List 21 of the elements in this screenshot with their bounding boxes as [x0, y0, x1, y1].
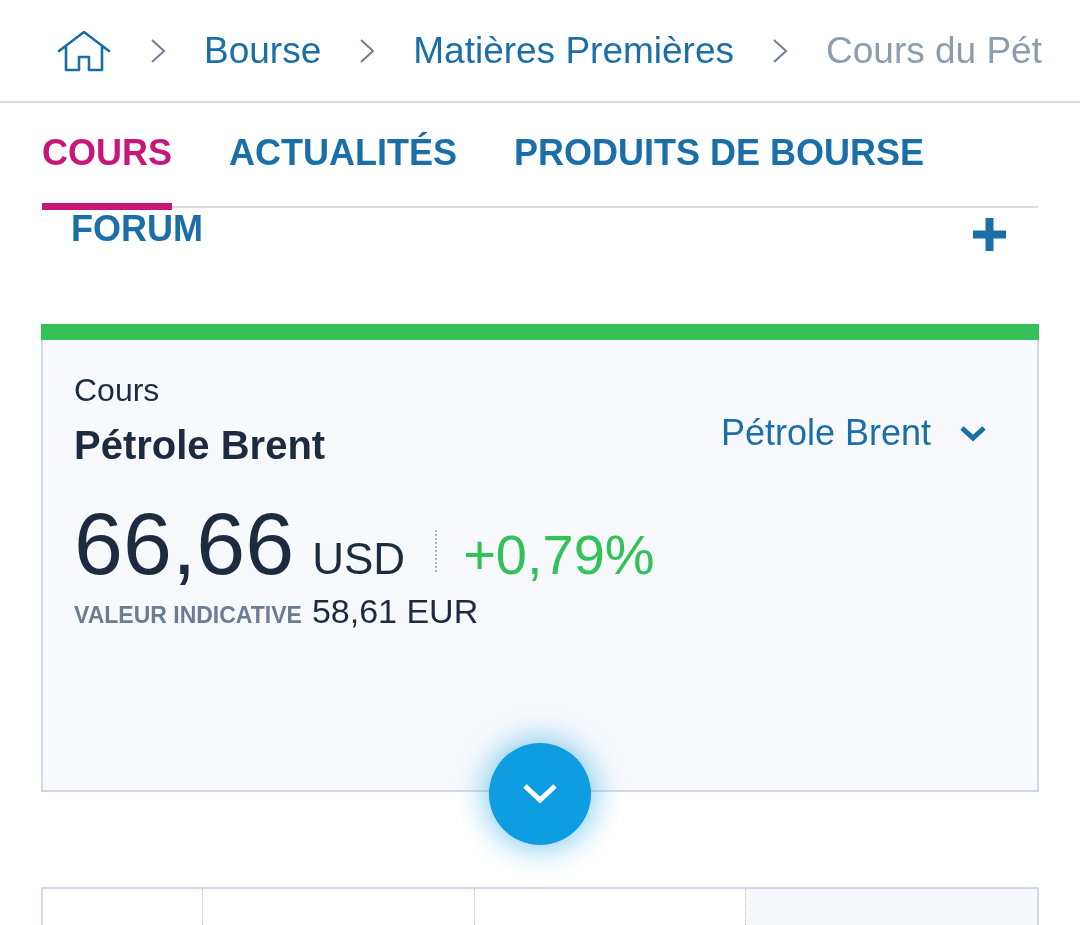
- change-percent: +0,79%: [463, 524, 655, 586]
- indicative-value: 58,61 EUR: [311, 591, 479, 632]
- breadcrumb-link[interactable]: Bourse: [204, 28, 322, 73]
- chevron-down-icon: [522, 783, 558, 805]
- price-value: 66,66: [74, 494, 295, 594]
- chevron-right-icon: [150, 37, 166, 64]
- instrument-selector[interactable]: Pétrole Brent: [720, 411, 987, 455]
- indicative-label: VALEUR INDICATIVE: [74, 601, 302, 630]
- tab[interactable]: COURS: [42, 103, 172, 210]
- quote-label: Cours: [74, 371, 161, 410]
- home-icon[interactable]: [56, 29, 112, 72]
- chevron-right-icon: [359, 37, 376, 64]
- chevron-down-icon: [959, 424, 987, 442]
- chevron-right-icon: [772, 37, 788, 64]
- instrument-name: Pétrole Brent: [74, 422, 326, 468]
- breadcrumb-link[interactable]: Matières Premières: [413, 28, 734, 73]
- currency-label: USD: [312, 534, 406, 584]
- breadcrumb-link[interactable]: Cours du Pét: [826, 28, 1042, 73]
- tab[interactable]: PRODUITS DE BOURSE: [514, 103, 925, 210]
- expand-button[interactable]: [489, 743, 591, 845]
- tab[interactable]: ACTUALITÉS: [229, 103, 457, 210]
